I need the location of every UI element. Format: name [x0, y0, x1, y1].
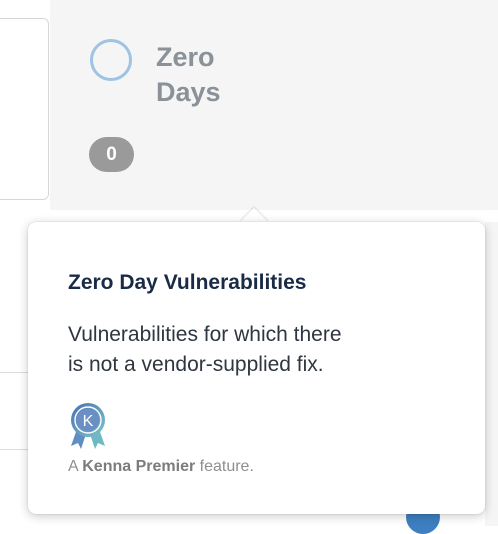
tooltip-footer: A Kenna Premier feature. [68, 456, 468, 478]
zero-days-title-line2: Days [156, 77, 221, 107]
adjacent-card[interactable] [0, 18, 49, 200]
status-ring-icon [90, 39, 132, 81]
footer-brand: Kenna Premier [82, 458, 196, 475]
zero-days-title-line1: Zero [156, 42, 215, 72]
background-panel-edge [485, 222, 498, 526]
tooltip-arrow-join [236, 222, 272, 236]
badge-letter: K [83, 413, 94, 430]
footer-prefix: A [68, 458, 78, 475]
zero-day-tooltip: Zero Day Vulnerabilities Vulnerabilities… [28, 222, 485, 514]
divider [0, 372, 30, 373]
tooltip-description-line2: is not a vendor-supplied fix. [68, 353, 324, 376]
kenna-premier-ribbon-icon: K [68, 402, 108, 450]
footer-suffix: feature. [199, 458, 254, 475]
zero-days-card[interactable]: Zero Days 0 [50, 0, 498, 210]
background-panel [0, 222, 30, 526]
tooltip-title: Zero Day Vulnerabilities [68, 271, 307, 294]
tooltip-description: Vulnerabilities for which there is not a… [68, 320, 468, 380]
zero-days-count-badge: 0 [89, 137, 134, 172]
divider [0, 449, 30, 450]
zero-days-title: Zero Days [156, 40, 276, 110]
tooltip-description-line1: Vulnerabilities for which there [68, 323, 342, 346]
